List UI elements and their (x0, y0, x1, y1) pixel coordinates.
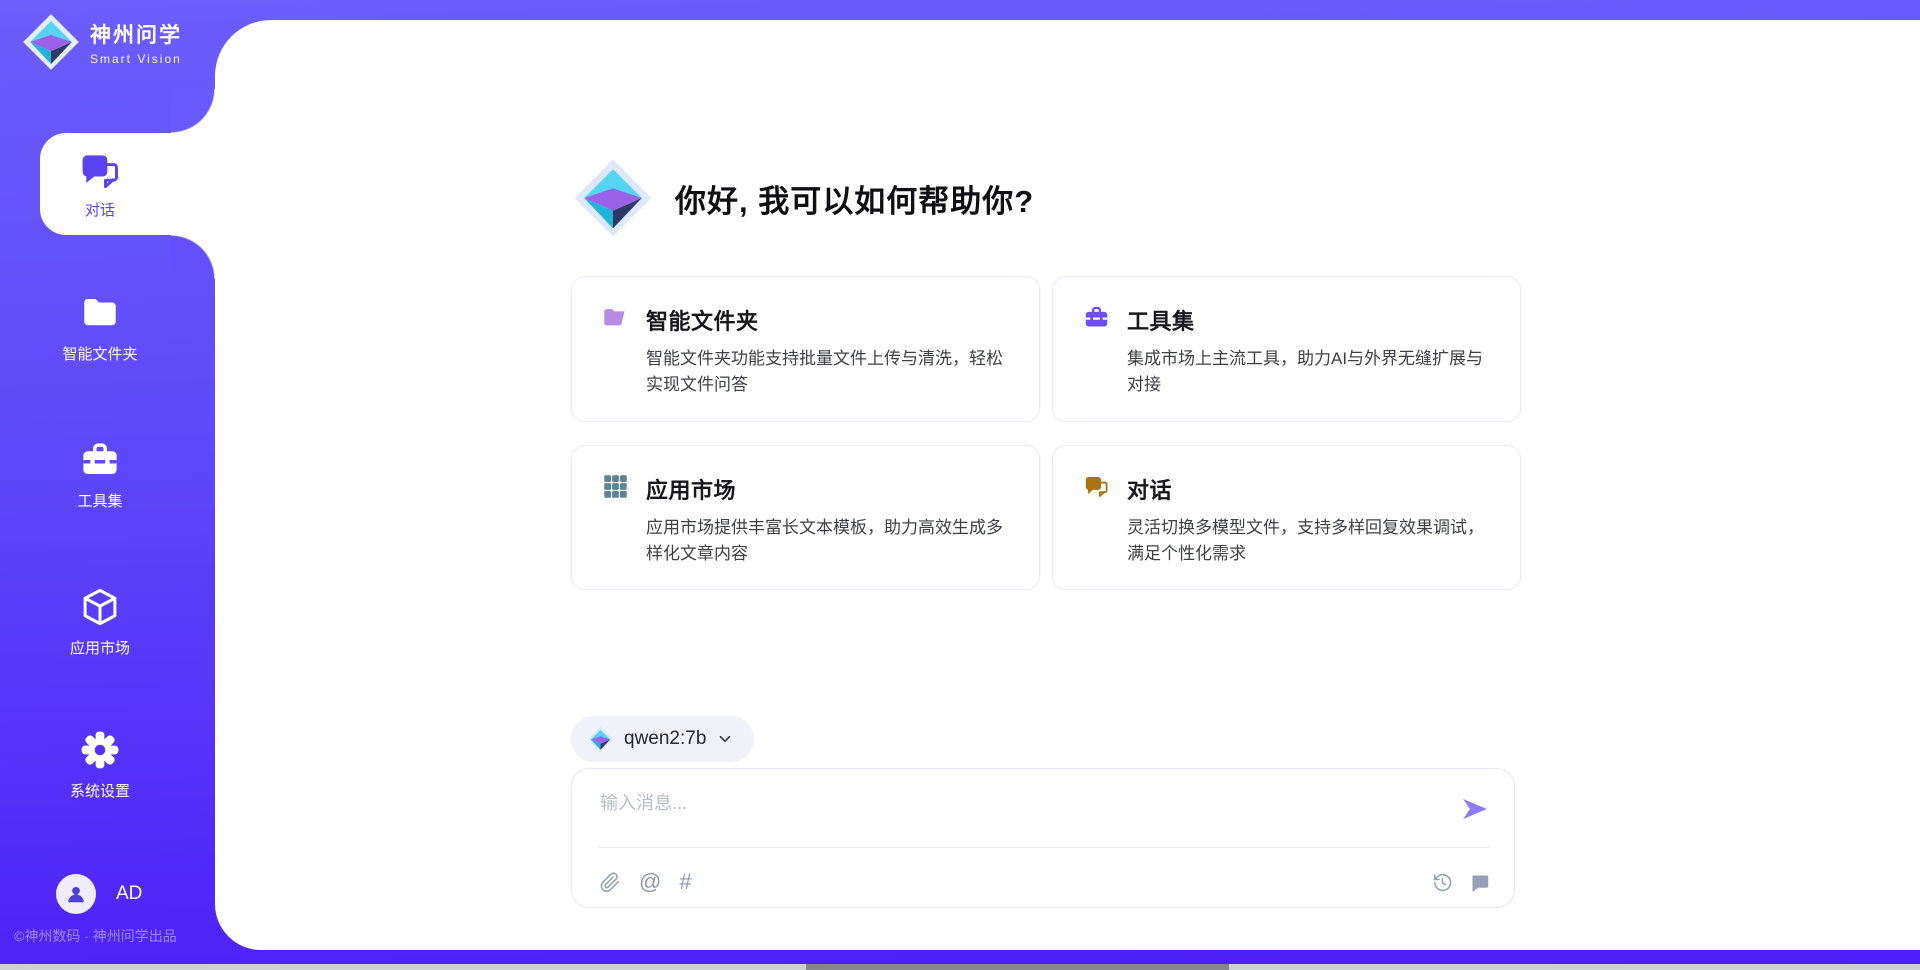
card-smart-folder[interactable]: 智能文件夹 智能文件夹功能支持批量文件上传与清洗，轻松实现文件问答 (571, 276, 1040, 422)
card-title: 智能文件夹 (646, 304, 1009, 336)
card-description: 灵活切换多模型文件，支持多样回复效果调试，满足个性化需求 (1127, 515, 1490, 568)
sidebar-item-label: 应用市场 (0, 637, 200, 658)
brand-diamond-icon (587, 726, 614, 753)
avatar (56, 874, 96, 914)
card-title: 应用市场 (646, 473, 1009, 505)
tab-curve-bottom (171, 235, 215, 279)
sidebar-item-label: 智能文件夹 (0, 343, 200, 364)
feedback-bubble-icon (1469, 872, 1490, 893)
model-name: qwen2:7b (624, 728, 706, 750)
composer-divider (598, 847, 1490, 848)
sidebar-item-label: 系统设置 (0, 780, 200, 801)
sidebar-item-label: 对话 (85, 199, 115, 220)
history-button[interactable] (1432, 872, 1453, 893)
greeting: 你好, 我可以如何帮助你? (573, 158, 1034, 238)
brand-diamond-icon (22, 13, 80, 71)
composer-toolbar: @ # (600, 871, 1490, 893)
topic-button[interactable]: # (679, 871, 691, 893)
folder-icon (79, 292, 121, 334)
history-icon (1432, 872, 1453, 893)
window-bottom-edge (0, 964, 1920, 970)
card-description: 应用市场提供丰富长文本模板，助力高效生成多样化文章内容 (646, 515, 1009, 568)
sidebar-item-market[interactable]: 应用市场 (0, 586, 200, 658)
card-chat[interactable]: 对话 灵活切换多模型文件，支持多样回复效果调试，满足个性化需求 (1052, 445, 1521, 591)
tab-curve-top (171, 89, 215, 133)
brand-logo: 神州问学 Smart Vision (22, 13, 182, 71)
feedback-button[interactable] (1469, 872, 1490, 893)
user-account[interactable]: AD (56, 874, 142, 914)
folder-icon (602, 304, 646, 336)
message-input[interactable] (600, 789, 1420, 839)
mention-button[interactable]: @ (639, 871, 661, 893)
card-toolset[interactable]: 工具集 集成市场上主流工具，助力AI与外界无缝扩展与对接 (1052, 276, 1521, 422)
sidebar-item-tools[interactable]: 工具集 (0, 439, 200, 511)
send-button[interactable] (1458, 793, 1492, 827)
greeting-text: 你好, 我可以如何帮助你? (675, 176, 1034, 221)
toolbox-icon (79, 439, 121, 481)
card-description: 集成市场上主流工具，助力AI与外界无缝扩展与对接 (1127, 346, 1490, 399)
chevron-down-icon (716, 730, 734, 748)
cube-icon (79, 586, 121, 628)
grid-icon (602, 473, 646, 505)
send-icon (1460, 794, 1490, 824)
user-initials: AD (116, 883, 142, 905)
chat-bubbles-icon (1083, 473, 1127, 505)
main-panel: 你好, 我可以如何帮助你? 智能文件夹 智能文件夹功能支持批量文件上传与清洗，轻… (215, 20, 1920, 950)
window-bottom-edge-dark (806, 964, 1228, 970)
at-sign-icon: @ (639, 871, 661, 893)
composer-toolbar-right (1432, 872, 1490, 893)
card-description: 智能文件夹功能支持批量文件上传与清洗，轻松实现文件问答 (646, 346, 1009, 399)
model-selector[interactable]: qwen2:7b (571, 716, 754, 762)
card-app-market[interactable]: 应用市场 应用市场提供丰富长文本模板，助力高效生成多样化文章内容 (571, 445, 1040, 591)
copyright-text: ©神州数码 · 神州问学出品 (14, 926, 177, 946)
toolbox-icon (1083, 304, 1127, 336)
chat-bubbles-icon (78, 149, 122, 193)
sidebar-item-folders[interactable]: 智能文件夹 (0, 292, 200, 364)
sidebar-item-label: 工具集 (0, 490, 200, 511)
card-title: 对话 (1127, 473, 1490, 505)
gear-icon (79, 729, 121, 771)
paperclip-icon (600, 872, 621, 893)
feature-cards: 智能文件夹 智能文件夹功能支持批量文件上传与清洗，轻松实现文件问答 工具集 集成… (571, 276, 1521, 590)
brand-diamond-icon (573, 158, 653, 238)
sidebar: 神州问学 Smart Vision 对话 智能文件夹 (0, 0, 215, 970)
brand-subtitle: Smart Vision (90, 52, 182, 66)
brand-name: 神州问学 (90, 19, 182, 49)
sidebar-item-settings[interactable]: 系统设置 (0, 729, 200, 801)
sidebar-item-chat[interactable]: 对话 (40, 133, 225, 235)
person-icon (65, 883, 87, 905)
attach-file-button[interactable] (600, 872, 621, 893)
message-composer: @ # (571, 768, 1515, 908)
hash-icon: # (679, 871, 691, 893)
card-title: 工具集 (1127, 304, 1490, 336)
